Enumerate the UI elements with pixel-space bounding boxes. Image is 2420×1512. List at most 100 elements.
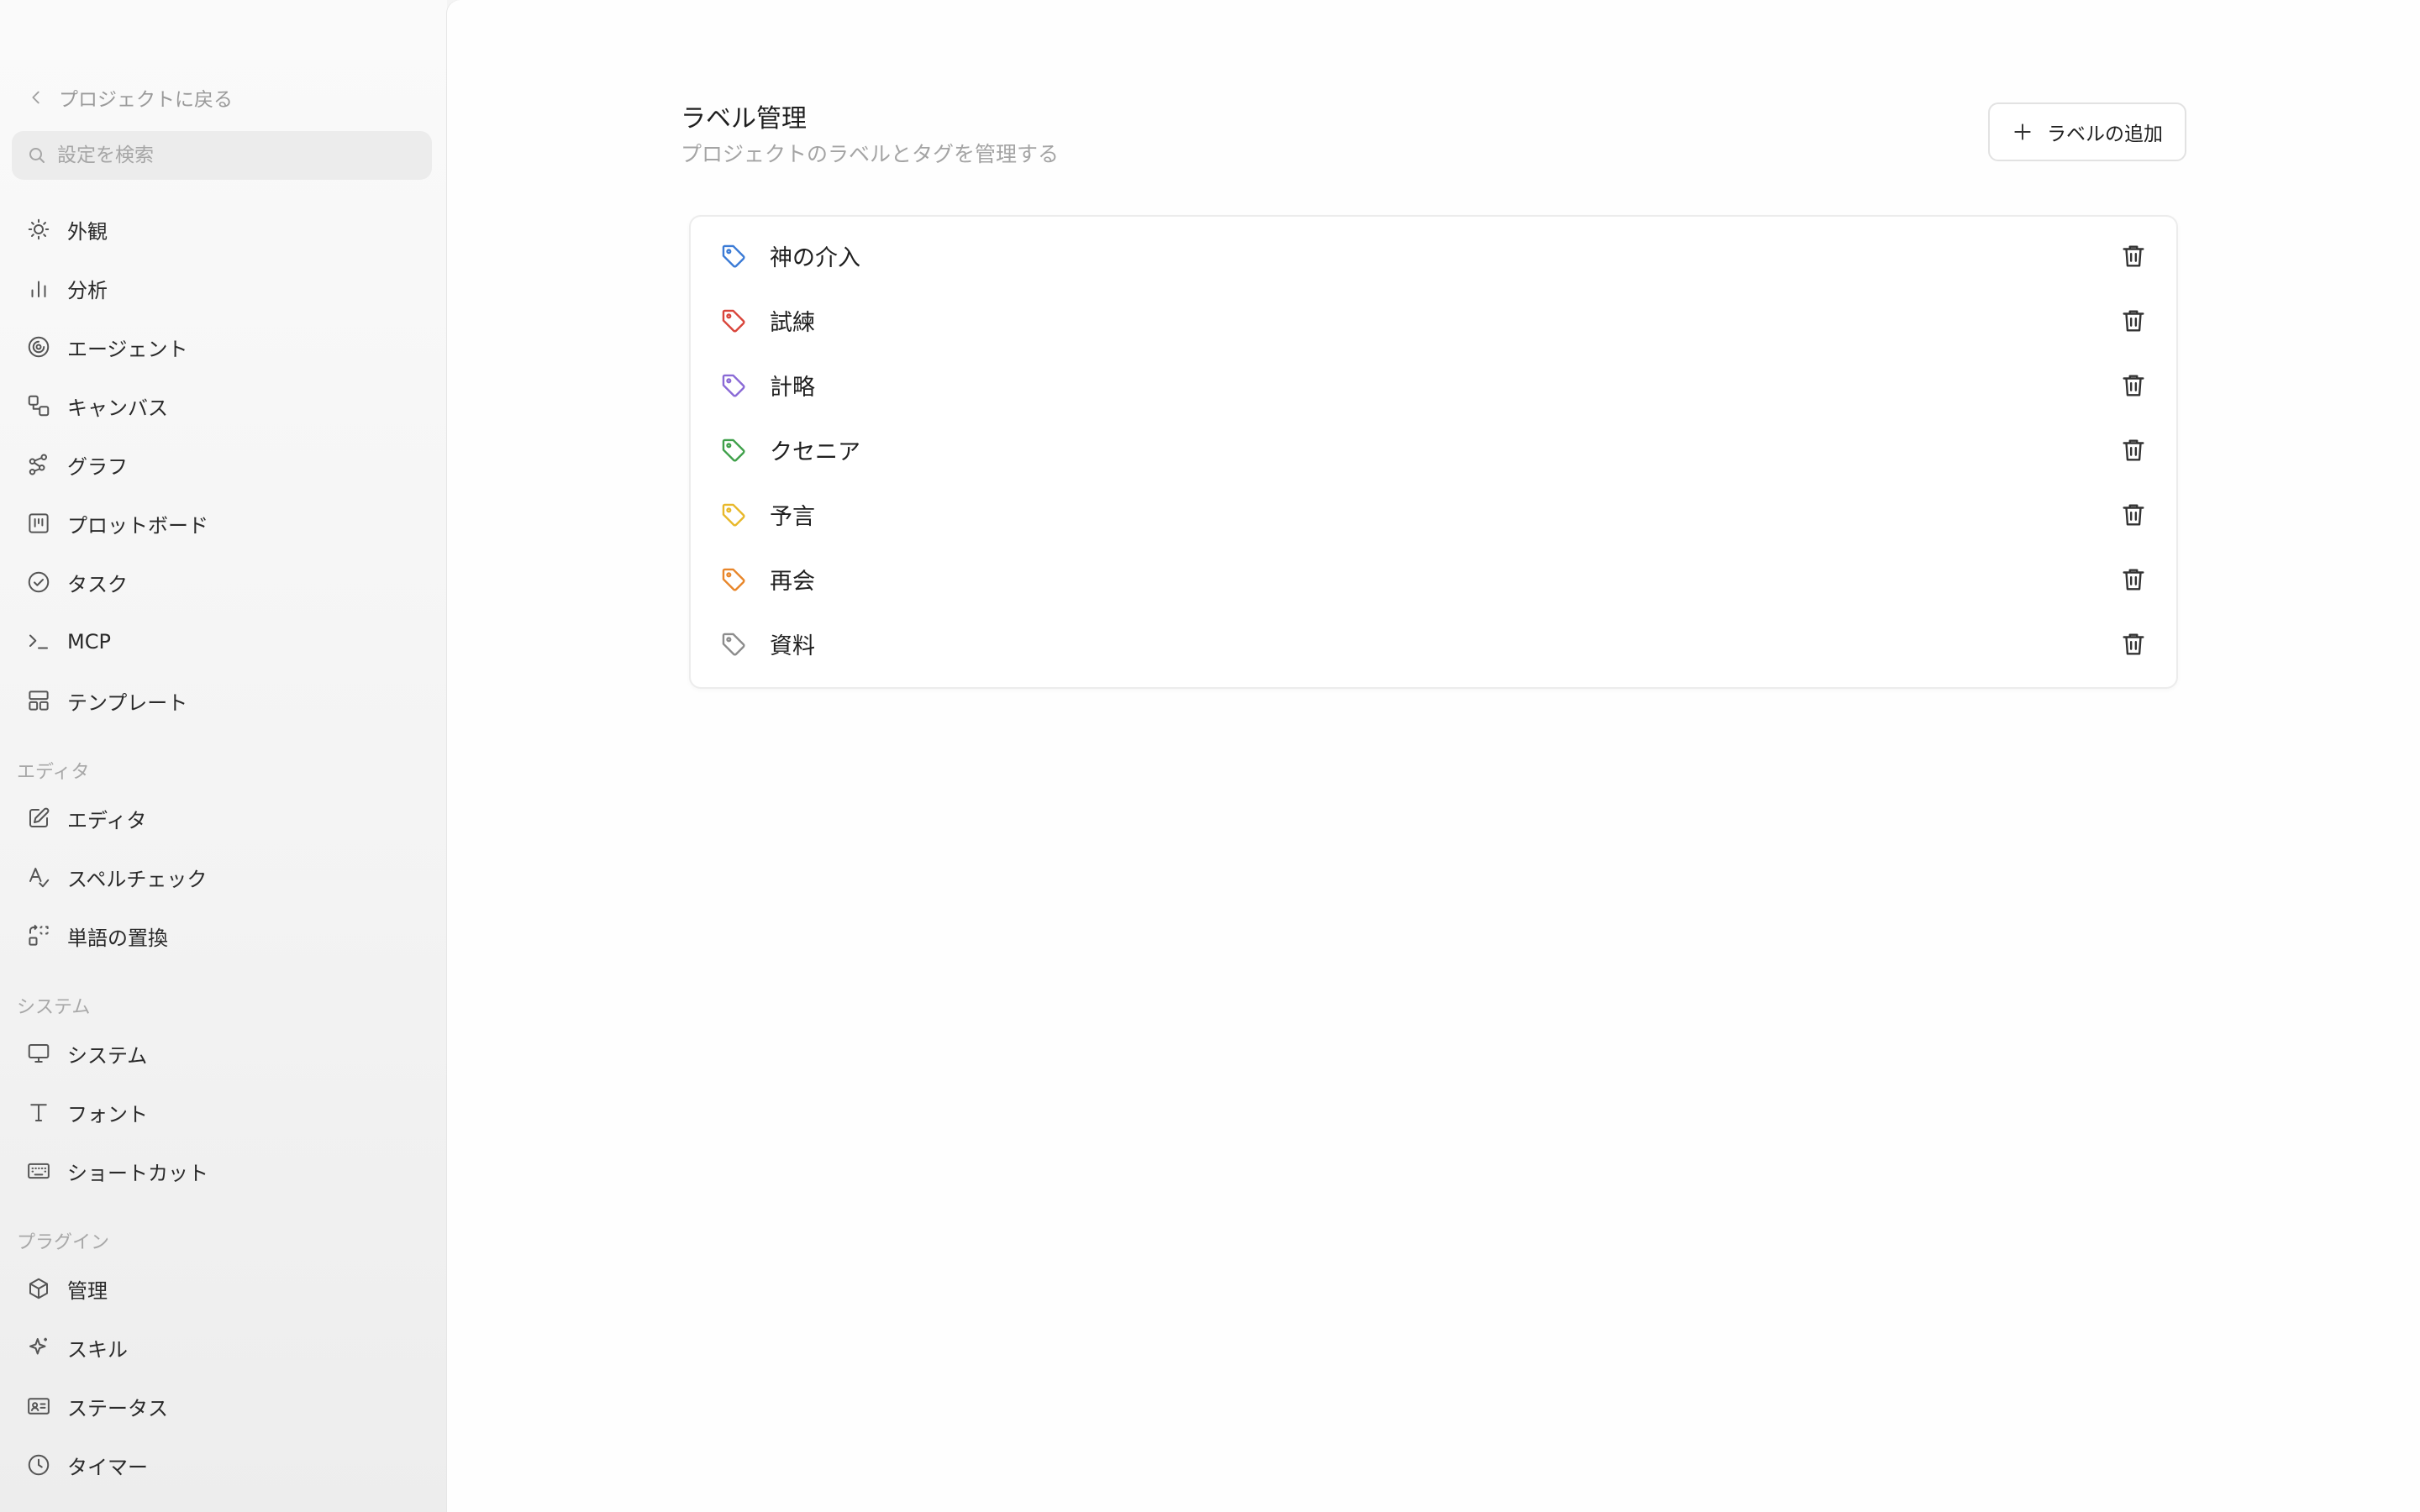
sidebar-item-word-replace[interactable]: 単語の置換 [17,913,429,958]
sidebar-item-label: タイマー [67,1455,148,1479]
tag-icon [722,244,745,268]
tag-icon [722,374,745,397]
sidebar-item-canvas[interactable]: キャンバス [17,383,429,428]
label-name: 試練 [770,310,815,336]
sidebar-item-label: フォント [67,1102,148,1126]
sidebar-item-label: システム [67,1043,148,1068]
sidebar-item-system[interactable]: システム [17,1031,429,1076]
label-name: クセニア [770,439,860,465]
spiral-icon [25,333,52,360]
sparkle-icon [25,1334,52,1361]
delete-label-trash-icon[interactable] [2119,371,2148,400]
sidebar-item-label: エディタ [67,808,147,832]
label-row[interactable]: 予言 [691,482,2176,547]
sidebar-item-status[interactable]: ステータス [17,1383,429,1429]
add-label-text: ラベルの追加 [2047,123,2163,145]
check-circle-icon [25,569,52,596]
sidebar-item-graph[interactable]: グラフ [17,442,429,487]
tag-icon [722,438,745,462]
label-row[interactable]: クセニア [691,417,2176,482]
tag-icon [722,503,745,527]
app-window: プロジェクトに戻る 外観 分析 エージェント [0,0,2420,1512]
label-name: 資料 [770,633,815,659]
sidebar-item-label: 管理 [67,1278,108,1303]
sidebar-item-label: 外観 [67,219,108,244]
sidebar-item-agent[interactable]: エージェント [17,324,429,370]
sidebar-item-label: テンプレート [67,690,188,715]
sidebar-item-templates[interactable]: テンプレート [17,678,429,723]
delete-label-trash-icon[interactable] [2119,436,2148,465]
tag-icon [722,633,745,656]
type-icon [25,1099,52,1126]
pencil-square-icon [25,805,52,832]
label-row[interactable]: 試練 [691,288,2176,353]
settings-content: ラベル管理 プロジェクトのラベルとタグを管理する ラベルの追加 神の介入試練計略… [447,0,2420,1512]
tag-icon [722,309,745,333]
keyboard-icon [25,1158,52,1184]
sidebar-item-label: エージェント [67,337,188,361]
sidebar-item-font[interactable]: フォント [17,1089,429,1135]
sidebar-item-label: MCP [67,630,111,654]
labels-list: 神の介入試練計略クセニア予言再会資料 [689,215,2178,689]
search-icon [29,148,45,163]
sidebar-item-mcp[interactable]: MCP [17,619,429,664]
sidebar-item-label: キャンバス [67,396,168,420]
sidebar-item-appearance[interactable]: 外観 [17,207,429,252]
sidebar-item-label: ステータス [67,1396,168,1420]
sidebar-item-tasks[interactable]: タスク [17,559,429,605]
delete-label-trash-icon[interactable] [2119,565,2148,594]
sidebar-item-shortcuts[interactable]: ショートカット [17,1148,429,1194]
label-name: 再会 [770,569,815,595]
sidebar-item-timer[interactable]: タイマー [17,1442,429,1488]
back-to-project-link[interactable]: プロジェクトに戻る [27,81,233,114]
sidebar-item-plotboard[interactable]: プロットボード [17,501,429,546]
plus-icon [2014,123,2031,140]
sidebar-item-label: 分析 [67,278,108,302]
delete-label-trash-icon[interactable] [2119,307,2148,335]
sidebar-item-label: タスク [67,572,128,596]
label-name: 計略 [770,375,815,401]
id-card-icon [25,1393,52,1420]
sidebar-item-plugin-manage[interactable]: 管理 [17,1266,429,1311]
label-row[interactable]: 資料 [691,612,2176,676]
replace-icon [25,922,52,949]
page-title: ラベル管理 [681,104,807,134]
label-row[interactable]: 神の介入 [691,223,2176,288]
monitor-icon [25,1040,52,1067]
add-label-button[interactable]: ラベルの追加 [1988,102,2186,161]
settings-sidebar: プロジェクトに戻る 外観 分析 エージェント [0,0,447,1512]
terminal-icon [25,628,52,655]
sidebar-item-label: グラフ [67,454,128,479]
label-name: 神の介入 [770,245,860,271]
page-subtitle: プロジェクトのラベルとタグを管理する [681,142,1060,166]
sidebar-item-spellcheck[interactable]: スペルチェック [17,854,429,900]
layout-icon [25,687,52,714]
label-row[interactable]: 再会 [691,547,2176,612]
chevron-left-icon [32,91,39,104]
section-title-editor: エディタ [17,762,90,783]
sidebar-item-label: 単語の置換 [67,926,168,950]
delete-label-trash-icon[interactable] [2119,630,2148,659]
sidebar-item-skills[interactable]: スキル [17,1325,429,1370]
back-label: プロジェクトに戻る [59,89,233,111]
delete-label-trash-icon[interactable] [2119,501,2148,529]
sidebar-item-label: プロットボード [67,513,208,538]
label-name: 予言 [770,504,815,530]
sidebar-item-editor[interactable]: エディタ [17,795,429,841]
package-icon [25,1275,52,1302]
sidebar-item-analytics[interactable]: 分析 [17,265,429,311]
delete-label-trash-icon[interactable] [2119,242,2148,270]
sidebar-item-label: スキル [67,1337,128,1362]
settings-search[interactable] [12,131,432,180]
spellcheck-icon [25,864,52,890]
graph-icon [25,451,52,478]
tag-icon [722,568,745,591]
bar-chart-icon [25,275,52,302]
kanban-icon [25,510,52,537]
label-row[interactable]: 計略 [691,353,2176,417]
clock-icon [25,1452,52,1478]
shapes-icon [25,392,52,419]
search-input[interactable] [55,144,412,167]
sidebar-item-label: スペルチェック [67,867,208,891]
section-title-system: システム [17,997,91,1018]
